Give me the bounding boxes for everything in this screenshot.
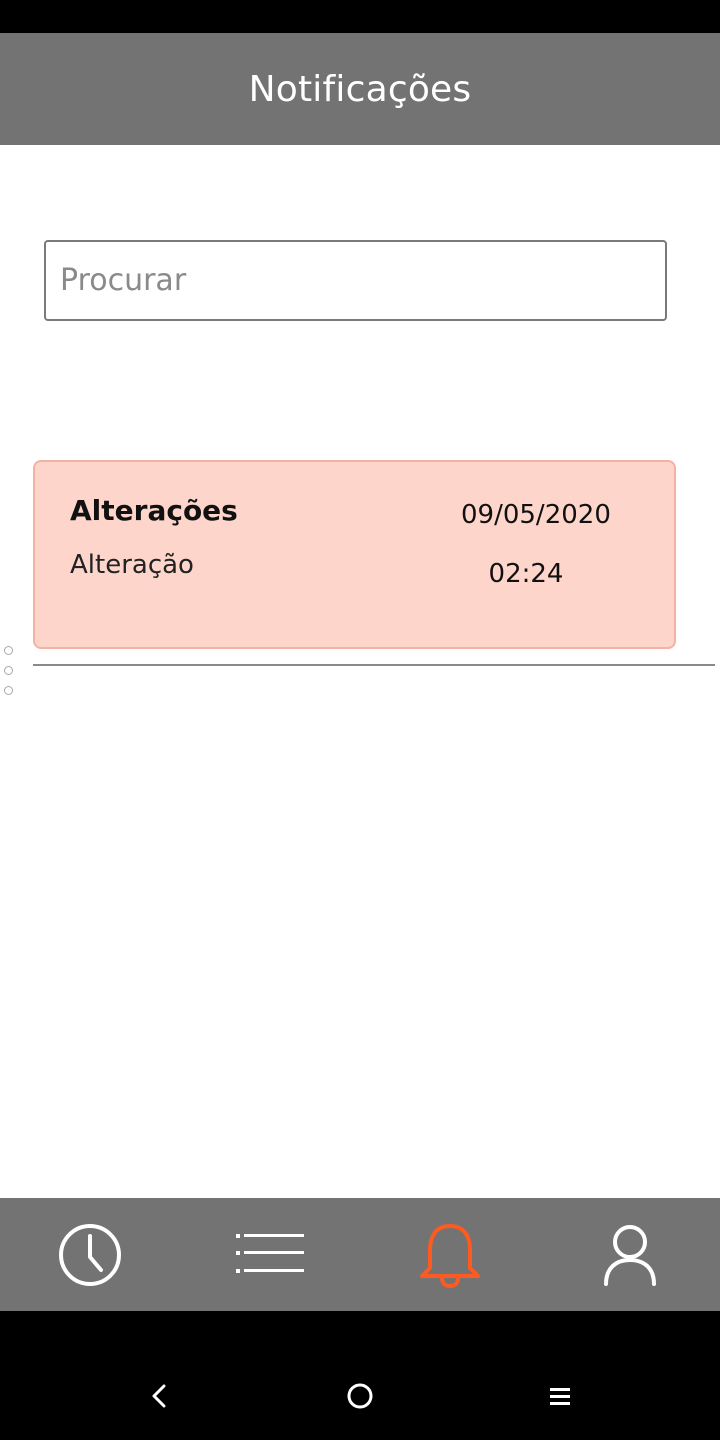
notification-date: 09/05/2020: [461, 500, 611, 530]
notification-title: Alterações: [70, 494, 238, 527]
nav-notifications-button[interactable]: [400, 1198, 500, 1311]
recents-icon: [550, 1387, 570, 1405]
page-title: Notificações: [248, 68, 472, 110]
scroll-dot: [4, 686, 13, 695]
scroll-indicator[interactable]: [4, 646, 16, 698]
system-recents-button[interactable]: [520, 1331, 600, 1440]
search-field[interactable]: [44, 240, 667, 321]
bottom-navigation: [0, 1198, 720, 1311]
nav-history-button[interactable]: [40, 1198, 140, 1311]
bell-icon: [420, 1223, 480, 1288]
notification-card[interactable]: Alterações Alteração 09/05/2020 02:24: [33, 460, 676, 649]
nav-profile-button[interactable]: [580, 1198, 680, 1311]
notification-subtitle: Alteração: [70, 550, 194, 580]
system-home-button[interactable]: [320, 1331, 400, 1440]
scroll-dot: [4, 666, 13, 675]
search-input[interactable]: [46, 242, 665, 319]
clock-icon: [59, 1223, 121, 1286]
system-back-button[interactable]: [120, 1331, 200, 1440]
system-navigation-bar: [0, 1311, 720, 1440]
list-divider: [33, 664, 715, 666]
back-icon: [152, 1384, 166, 1407]
app-header: Notificações: [0, 33, 720, 145]
user-icon: [604, 1224, 656, 1286]
nav-list-button[interactable]: [216, 1198, 316, 1311]
status-bar: [0, 0, 720, 33]
notification-time: 02:24: [488, 559, 564, 589]
home-icon: [347, 1383, 373, 1408]
list-icon: [236, 1233, 304, 1273]
scroll-dot: [4, 646, 13, 655]
